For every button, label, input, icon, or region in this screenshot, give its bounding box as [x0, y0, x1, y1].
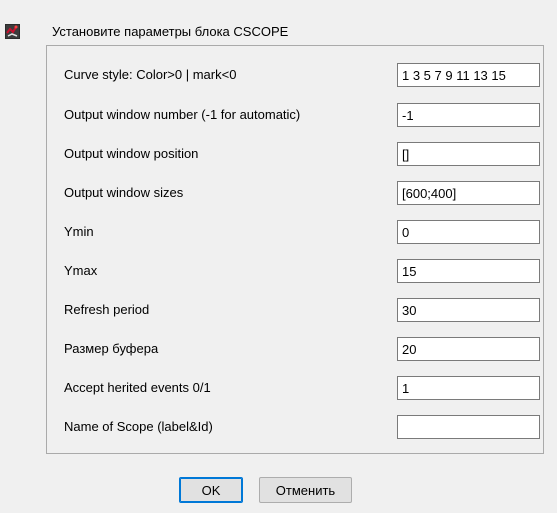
window-sizes-input[interactable]	[397, 181, 540, 205]
window-number-input[interactable]	[397, 103, 540, 127]
dialog-header-title: Установите параметры блока CSCOPE	[52, 24, 289, 39]
param-row-scope-name: Name of Scope (label&Id)	[47, 415, 543, 439]
param-label: Ymin	[64, 224, 94, 239]
param-row-curve-style: Curve style: Color>0 | mark<0	[47, 63, 543, 87]
ok-button[interactable]: OK	[179, 477, 243, 503]
ymin-input[interactable]	[397, 220, 540, 244]
refresh-period-input[interactable]	[397, 298, 540, 322]
param-label: Output window sizes	[64, 185, 184, 200]
param-row-window-position: Output window position	[47, 142, 543, 166]
params-panel: Curve style: Color>0 | mark<0 Output win…	[46, 45, 544, 454]
param-row-buffer-size: Размер буфера	[47, 337, 543, 361]
curve-style-input[interactable]	[397, 63, 540, 87]
param-label: Curve style: Color>0 | mark<0	[64, 67, 237, 82]
param-row-window-sizes: Output window sizes	[47, 181, 543, 205]
param-row-window-number: Output window number (-1 for automatic)	[47, 103, 543, 127]
ymax-input[interactable]	[397, 259, 540, 283]
param-label: Name of Scope (label&Id)	[64, 419, 213, 434]
param-label: Refresh period	[64, 302, 150, 317]
param-label: Размер буфера	[64, 341, 159, 356]
param-label: Accept herited events 0/1	[64, 380, 211, 395]
param-label: Ymax	[64, 263, 98, 278]
herited-events-input[interactable]	[397, 376, 540, 400]
cancel-button[interactable]: Отменить	[259, 477, 352, 503]
param-label: Output window number (-1 for automatic)	[64, 107, 301, 122]
param-row-ymin: Ymin	[47, 220, 543, 244]
param-row-ymax: Ymax	[47, 259, 543, 283]
app-icon	[5, 24, 20, 39]
window-position-input[interactable]	[397, 142, 540, 166]
buffer-size-input[interactable]	[397, 337, 540, 361]
param-label: Output window position	[64, 146, 199, 161]
param-row-refresh-period: Refresh period	[47, 298, 543, 322]
param-row-herited-events: Accept herited events 0/1	[47, 376, 543, 400]
scope-name-input[interactable]	[397, 415, 540, 439]
scilab-block-icon	[5, 24, 20, 39]
